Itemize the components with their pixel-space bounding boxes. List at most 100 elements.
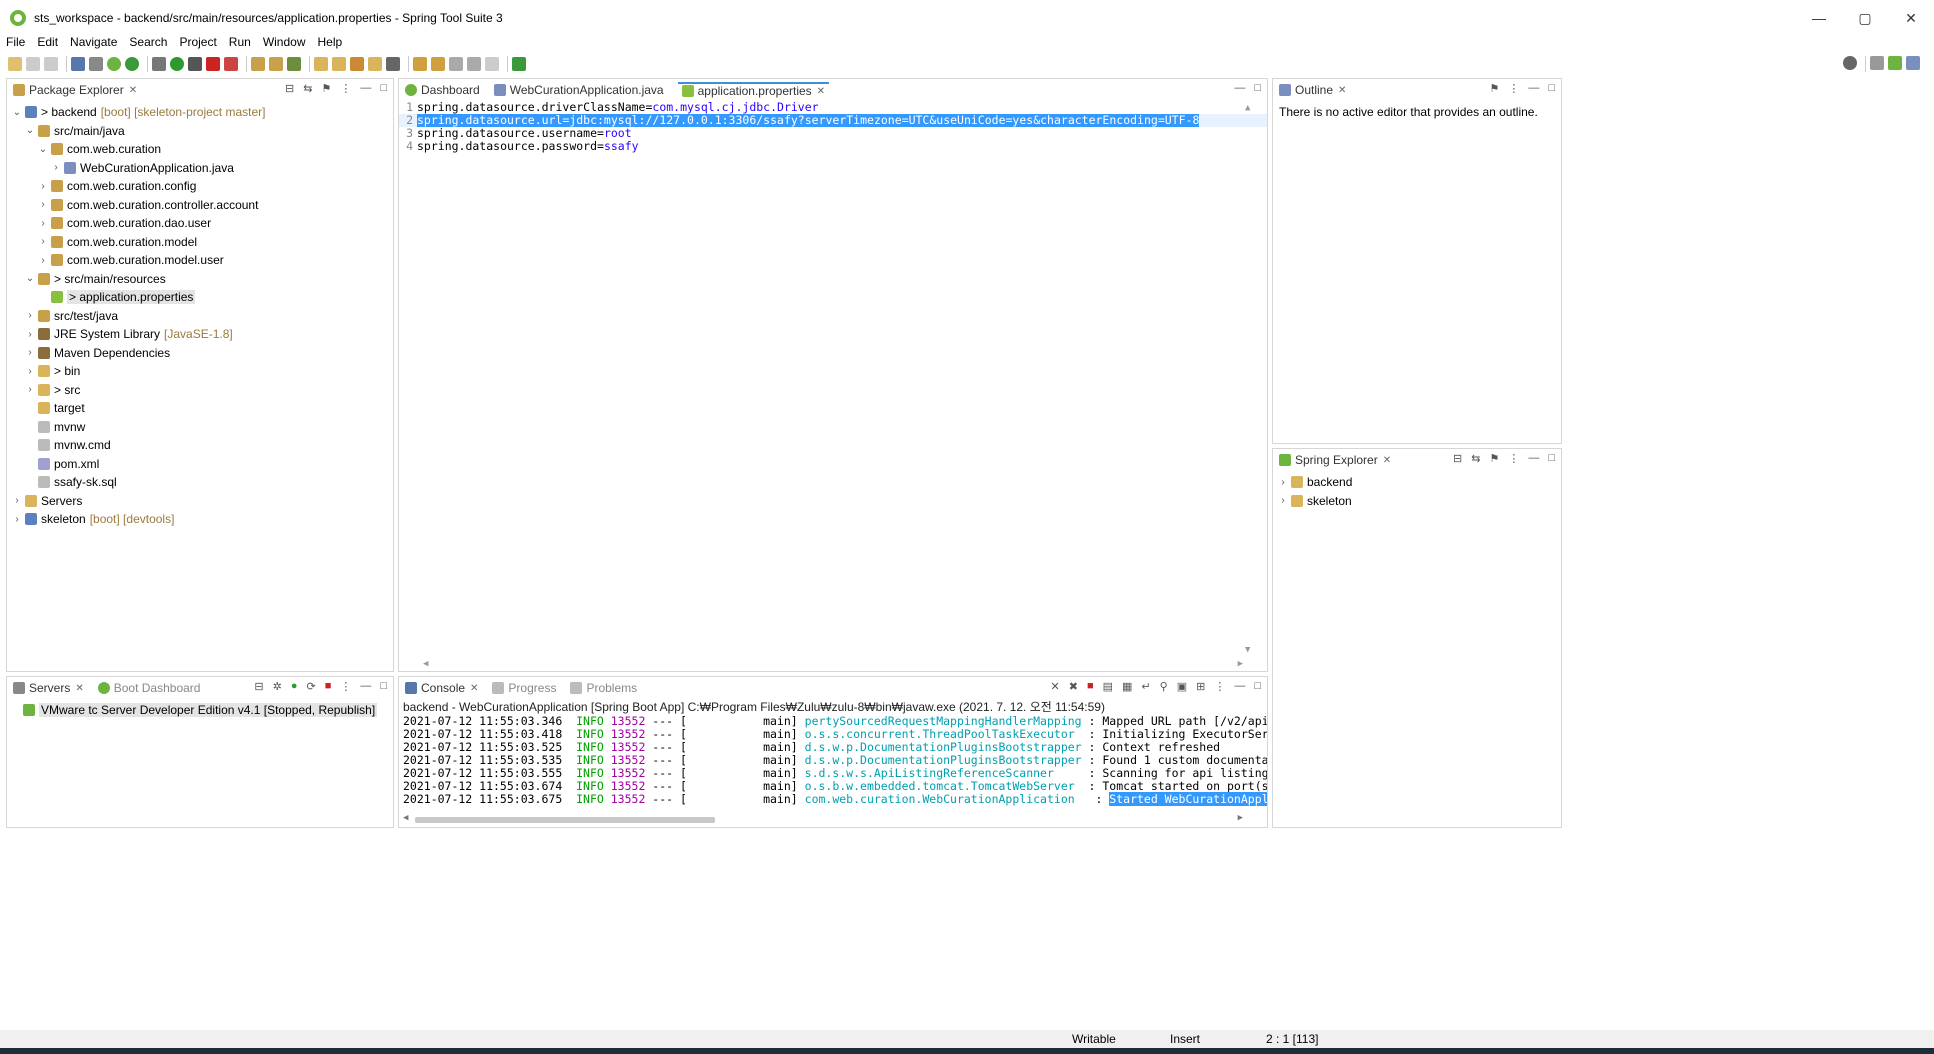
- back-icon[interactable]: [467, 57, 481, 71]
- tab-application-properties[interactable]: application.properties ✕: [677, 82, 830, 98]
- close-icon[interactable]: ✕: [470, 683, 478, 694]
- console-horizontal-scrollbar[interactable]: ◀ ▶: [403, 813, 1243, 825]
- tab-spring-explorer[interactable]: Spring Explorer ✕: [1279, 453, 1391, 467]
- tree-item[interactable]: ⌄ src/main/java: [7, 122, 393, 141]
- new-icon[interactable]: [8, 57, 22, 71]
- expand-icon[interactable]: ›: [24, 310, 36, 321]
- clear-console-icon[interactable]: ▤: [1103, 680, 1113, 693]
- tree-item[interactable]: › com.web.curation.model.user: [7, 251, 393, 270]
- maximize-icon[interactable]: □: [1548, 452, 1555, 465]
- collapse-all-icon[interactable]: ⊟: [285, 82, 294, 95]
- tree-item[interactable]: ssafy-sk.sql: [7, 473, 393, 492]
- scroll-down-icon[interactable]: ▼: [1245, 645, 1250, 655]
- view-menu-icon[interactable]: ⋮: [1508, 82, 1519, 95]
- expand-icon[interactable]: ›: [37, 181, 49, 192]
- editor-text-area[interactable]: 1 spring.datasource.driverClassName= com…: [399, 101, 1267, 671]
- menu-window[interactable]: Window: [263, 35, 306, 49]
- tree-item[interactable]: ⌄ > backend [boot] [skeleton-project maste…: [7, 103, 393, 122]
- tree-item[interactable]: ⌄ com.web.curation: [7, 140, 393, 159]
- maximize-icon[interactable]: □: [380, 82, 387, 95]
- close-icon[interactable]: ✕: [129, 85, 137, 96]
- focus-icon[interactable]: ⚑: [1489, 82, 1499, 95]
- previous-annotation-icon[interactable]: [431, 57, 445, 71]
- expand-icon[interactable]: ›: [24, 347, 36, 358]
- tab-boot-dashboard[interactable]: Boot Dashboard: [97, 681, 200, 695]
- scroll-right-icon[interactable]: ▶: [1238, 659, 1243, 669]
- last-edit-icon[interactable]: [449, 57, 463, 71]
- tree-item[interactable]: › com.web.curation.config: [7, 177, 393, 196]
- debug-icon[interactable]: [152, 57, 166, 71]
- boot-dashboard-icon[interactable]: [107, 57, 121, 71]
- tab-problems[interactable]: Problems: [570, 681, 637, 695]
- link-with-editor-icon[interactable]: ⇆: [303, 82, 312, 95]
- tree-item[interactable]: > application.properties: [7, 288, 393, 307]
- new-java-class-icon[interactable]: [269, 57, 283, 71]
- search-file-icon[interactable]: [350, 57, 364, 71]
- expand-icon[interactable]: ›: [37, 199, 49, 210]
- horizontal-scrollbar[interactable]: ◀ ▶: [423, 659, 1243, 669]
- tree-item[interactable]: › WebCurationApplication.java: [7, 159, 393, 178]
- menu-project[interactable]: Project: [179, 35, 216, 49]
- menu-help[interactable]: Help: [318, 35, 343, 49]
- open-perspective-icon[interactable]: [1870, 56, 1884, 70]
- vertical-scrollbar[interactable]: ▲ ▼: [1245, 103, 1255, 655]
- scroll-right-icon[interactable]: ▶: [1238, 813, 1243, 823]
- maximize-icon[interactable]: □: [1548, 82, 1555, 95]
- new-java-package-icon[interactable]: [251, 57, 265, 71]
- close-icon[interactable]: ✕: [1338, 85, 1346, 96]
- expand-icon[interactable]: ›: [1277, 477, 1289, 488]
- tree-item[interactable]: › > bin: [7, 362, 393, 381]
- pin-console-icon[interactable]: ⚲: [1160, 680, 1168, 693]
- forward-icon[interactable]: [485, 57, 499, 71]
- maximize-icon[interactable]: □: [380, 680, 387, 693]
- close-icon[interactable]: ✕: [817, 86, 825, 97]
- tab-dashboard[interactable]: Dashboard: [405, 83, 480, 97]
- collapse-icon[interactable]: ⌄: [11, 107, 23, 118]
- scroll-left-icon[interactable]: ◀: [403, 813, 408, 823]
- expand-icon[interactable]: ›: [1277, 495, 1289, 506]
- tree-item[interactable]: › com.web.curation.dao.user: [7, 214, 393, 233]
- minimize-icon[interactable]: —: [1234, 680, 1245, 693]
- java-perspective-icon[interactable]: [1906, 56, 1920, 70]
- console-output[interactable]: backend - WebCurationApplication [Spring…: [399, 699, 1267, 827]
- close-icon[interactable]: ✕: [1383, 455, 1391, 466]
- expand-icon[interactable]: ›: [37, 255, 49, 266]
- maximize-icon[interactable]: □: [1254, 82, 1261, 94]
- collapse-icon[interactable]: ⌄: [24, 273, 36, 284]
- tree-item[interactable]: › skeleton [boot] [devtools]: [7, 510, 393, 529]
- filter-icon[interactable]: ⚑: [1489, 452, 1499, 465]
- collapse-icon[interactable]: ⌄: [24, 125, 36, 136]
- open-task-icon[interactable]: [332, 57, 346, 71]
- open-type-icon[interactable]: [314, 57, 328, 71]
- expand-icon[interactable]: ›: [24, 384, 36, 395]
- minimize-icon[interactable]: —: [1528, 452, 1539, 465]
- minimize-button[interactable]: —: [1796, 0, 1842, 36]
- expand-icon[interactable]: ›: [37, 218, 49, 229]
- menu-file[interactable]: File: [6, 35, 25, 49]
- minimize-icon[interactable]: —: [1234, 82, 1245, 94]
- annotation-icon[interactable]: [386, 57, 400, 71]
- scrollbar-thumb[interactable]: [415, 817, 715, 823]
- next-annotation-icon[interactable]: [413, 57, 427, 71]
- stop-server-icon[interactable]: ■: [325, 680, 332, 693]
- menu-navigate[interactable]: Navigate: [70, 35, 117, 49]
- coverage-icon[interactable]: [188, 57, 202, 71]
- new-spring-project-icon[interactable]: [287, 57, 301, 71]
- tab-console[interactable]: Console ✕: [405, 681, 478, 695]
- tab-outline[interactable]: Outline ✕: [1279, 83, 1346, 97]
- collapse-all-icon[interactable]: ⊟: [254, 680, 263, 693]
- tree-item[interactable]: › JRE System Library [JavaSE-1.8]: [7, 325, 393, 344]
- tree-item-backend[interactable]: › backend: [1277, 473, 1561, 492]
- view-menu-icon[interactable]: ⋮: [340, 680, 351, 693]
- view-menu-icon[interactable]: ⋮: [1214, 680, 1225, 693]
- tree-item[interactable]: › src/test/java: [7, 307, 393, 326]
- tree-item[interactable]: › Maven Dependencies: [7, 344, 393, 363]
- tree-item[interactable]: › > src: [7, 381, 393, 400]
- external-tools-icon[interactable]: [224, 57, 238, 71]
- scroll-up-icon[interactable]: ▲: [1245, 103, 1250, 113]
- tab-progress[interactable]: Progress: [492, 681, 556, 695]
- expand-icon[interactable]: ›: [50, 162, 62, 173]
- collapse-icon[interactable]: ⌄: [37, 144, 49, 155]
- expand-icon[interactable]: ›: [11, 514, 23, 525]
- save-icon[interactable]: [26, 57, 40, 71]
